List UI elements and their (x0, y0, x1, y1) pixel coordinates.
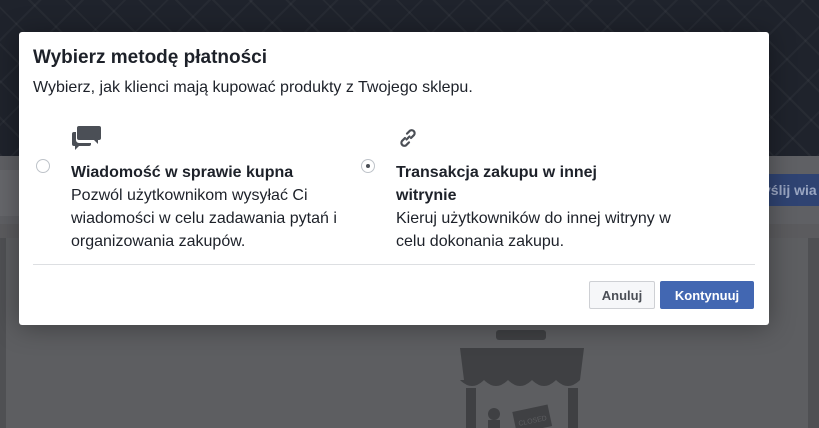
radio-checkout-other-site[interactable] (361, 159, 375, 173)
cancel-button[interactable]: Anuluj (589, 281, 655, 309)
panel-right-edge (808, 238, 819, 428)
option-description: Kieruj użytkowników do innej witryny w c… (396, 210, 671, 250)
option-title: Wiadomość w sprawie kupna (71, 164, 294, 181)
option-title: Transakcja zakupu w innej witrynie (396, 164, 597, 204)
footer-divider (33, 264, 755, 265)
panel-left-edge (0, 238, 6, 428)
payment-method-dialog: Wybierz metodę płatności Wybierz, jak kl… (19, 32, 769, 325)
radio-message-to-buy[interactable] (36, 159, 50, 173)
chat-bubbles-icon (72, 126, 101, 150)
storefront-icon: CLOSED (460, 330, 584, 428)
option-description: Pozwól użytkownikom wysyłać Ci wiadomośc… (71, 187, 337, 250)
dialog-title: Wybierz metodę płatności (33, 47, 268, 68)
link-icon (400, 129, 416, 147)
dialog-subtitle: Wybierz, jak klienci mają kupować produk… (33, 79, 473, 96)
continue-button[interactable]: Kontynuuj (660, 281, 754, 309)
